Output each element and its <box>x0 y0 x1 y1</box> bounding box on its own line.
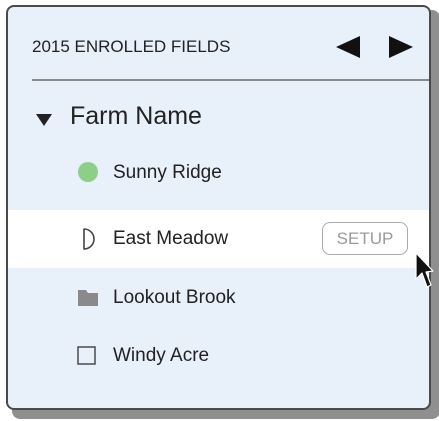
triangle-left-icon <box>336 36 360 58</box>
gray-folder-icon <box>78 290 98 306</box>
panel-header: 2015 ENROLLED FIELDS <box>8 7 429 81</box>
half-circle-outline-icon <box>83 228 95 250</box>
green-circle-icon <box>78 162 98 182</box>
square-outline-icon <box>77 346 96 365</box>
field-row-sunny-ridge[interactable]: Sunny Ridge <box>8 144 429 202</box>
field-label: Windy Acre <box>113 345 210 366</box>
header-divider <box>32 79 429 81</box>
field-row-east-meadow[interactable]: East Meadow SETUP <box>8 210 429 268</box>
field-label: East Meadow <box>113 228 229 249</box>
field-label: Lookout Brook <box>113 287 236 308</box>
panel-title: 2015 ENROLLED FIELDS <box>32 37 231 56</box>
field-row-lookout-brook[interactable]: Lookout Brook <box>8 269 429 327</box>
field-label: Sunny Ridge <box>113 162 222 183</box>
previous-year-button[interactable] <box>333 35 363 59</box>
caret-down-icon <box>36 114 52 126</box>
triangle-right-icon <box>389 36 413 58</box>
setup-button[interactable]: SETUP <box>322 222 408 255</box>
next-year-button[interactable] <box>386 35 416 59</box>
enrolled-fields-panel: 2015 ENROLLED FIELDS Farm Name Sunny Rid… <box>6 5 431 410</box>
farm-name-label: Farm Name <box>70 102 202 130</box>
field-row-windy-acre[interactable]: Windy Acre <box>8 327 429 385</box>
farm-group-toggle[interactable]: Farm Name <box>8 99 429 139</box>
